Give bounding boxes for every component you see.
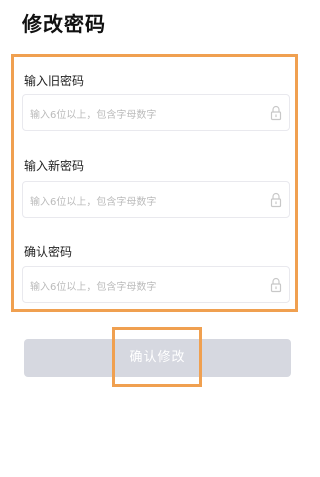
button-highlight-box [112,327,202,387]
change-password-page: 修改密码 输入旧密码 输入6位以上，包含字母数字 输入新密码 输入6位以上，包含… [0,0,319,477]
lock-icon [270,192,282,208]
page-title: 修改密码 [22,12,106,36]
old-password-field[interactable]: 输入6位以上，包含字母数字 [22,94,290,131]
lock-icon [270,105,282,121]
confirm-password-label: 确认密码 [24,245,73,259]
old-password-label: 输入旧密码 [24,74,85,88]
new-password-label: 输入新密码 [24,159,85,173]
lock-icon [270,277,282,293]
confirm-password-placeholder: 输入6位以上，包含字母数字 [30,282,157,293]
old-password-placeholder: 输入6位以上，包含字母数字 [30,110,157,121]
new-password-placeholder: 输入6位以上，包含字母数字 [30,197,157,208]
new-password-field[interactable]: 输入6位以上，包含字母数字 [22,181,290,218]
confirm-password-field[interactable]: 输入6位以上，包含字母数字 [22,266,290,303]
